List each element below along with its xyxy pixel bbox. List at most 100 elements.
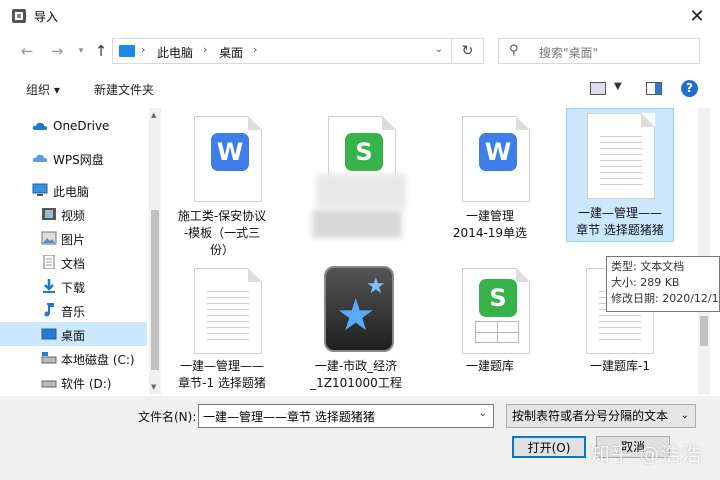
filename-label: 文件名(N): [138, 410, 197, 424]
tooltip-size: 大小: 289 KB [611, 276, 680, 289]
chevron-down-icon[interactable]: ⌄ [479, 408, 487, 419]
preview-pane-icon[interactable] [646, 82, 662, 95]
sidebar-item-pictures[interactable]: 图片 [0, 226, 147, 250]
music-icon [44, 303, 54, 317]
view-chevron-down-icon[interactable]: ▼ [614, 81, 622, 92]
file-name: 一建管理 2014-19单选 [452, 209, 528, 240]
sidebar-item-downloads[interactable]: 下载 [0, 274, 147, 298]
new-folder-button[interactable]: 新建文件夹 [94, 81, 154, 98]
blurred-region [312, 210, 402, 238]
file-item[interactable]: S [302, 110, 410, 260]
download-icon [43, 279, 55, 293]
forward-arrow-icon[interactable]: → [48, 42, 66, 60]
organize-label: 组织 [26, 83, 51, 97]
sidebar-scrollbar[interactable]: ▲ ▼ [149, 108, 161, 394]
close-icon[interactable]: ✕ [674, 0, 720, 32]
file-name: 一建—管理—— 章节 选择题猪猪 [576, 206, 664, 237]
open-button[interactable]: 打开(O) [512, 436, 586, 458]
sidebar-item-documents[interactable]: 文档 [0, 250, 147, 274]
filename-input[interactable] [199, 405, 469, 427]
back-arrow-icon[interactable]: ← [18, 42, 36, 60]
sidebar-item-desktop[interactable]: 桌面 [0, 322, 147, 346]
file-name: 一建-市政_经济 _1Z101000工程 [310, 359, 402, 390]
sidebar-item-label: WPS网盘 [53, 153, 104, 167]
file-list-scrollbar[interactable] [698, 108, 710, 394]
filename-field[interactable]: ⌄ [198, 404, 494, 428]
sidebar-item-label: OneDrive [53, 119, 110, 133]
file-name: 一建题库 [465, 359, 514, 373]
chevron-down-icon: ⌄ [680, 410, 689, 421]
sidebar-item-label: 图片 [61, 233, 86, 247]
file-item[interactable]: S 一建题库 [436, 262, 544, 394]
sidebar-item-onedrive[interactable]: OneDrive [0, 114, 147, 138]
star-app-icon: ★ ★ [324, 266, 394, 352]
sidebar-item-label: 本地磁盘 (C:) [61, 353, 135, 367]
file-type-select[interactable]: 按制表符或者分号分隔的文本 ⌄ [506, 404, 696, 428]
sidebar-item-wps-cloud[interactable]: WPS网盘 [0, 146, 147, 170]
computer-icon [32, 183, 48, 196]
tooltip-type: 类型: 文本文档 [611, 260, 685, 273]
sidebar-item-label: 视频 [61, 209, 86, 223]
file-item[interactable]: 一建—管理—— 章节-1 选择题猪 [168, 262, 276, 394]
sidebar-item-label: 桌面 [61, 329, 86, 343]
file-info-tooltip: 类型: 文本文档 大小: 289 KB 修改日期: 2020/12/1 [606, 256, 720, 312]
text-file-icon [194, 268, 262, 354]
sidebar-item-label: 下载 [61, 281, 86, 295]
sidebar-item-label: 音乐 [61, 305, 86, 319]
breadcrumb-this-pc[interactable]: 此电脑 [157, 44, 193, 61]
file-item-selected[interactable]: 一建—管理—— 章节 选择题猪猪 [566, 108, 674, 242]
organize-button[interactable]: 组织 ▾ [26, 81, 60, 98]
desktop-icon [41, 328, 57, 340]
chevron-down-icon[interactable]: ⌄ [435, 44, 443, 55]
file-name: 一建—管理—— 章节-1 选择题猪 [178, 359, 266, 390]
sidebar-item-label: 软件 (D:) [61, 377, 112, 391]
address-bar[interactable]: › 此电脑 › 桌面 › ⌄ [112, 38, 452, 64]
onedrive-icon [32, 122, 48, 130]
sidebar-item-label: 此电脑 [53, 185, 90, 199]
scrollbar-thumb[interactable] [700, 316, 708, 346]
sidebar-item-this-pc[interactable]: 此电脑 [0, 178, 147, 202]
file-name: 一建题库-1 [590, 359, 650, 373]
import-app-icon [12, 9, 26, 23]
help-icon[interactable]: ? [681, 80, 698, 97]
file-item[interactable]: W 一建管理 2014-19单选 [436, 110, 544, 260]
chevron-right-icon[interactable]: › [253, 43, 257, 56]
disk-icon [41, 352, 57, 364]
search-box[interactable]: ⚲ 搜索"桌面" [498, 38, 700, 64]
cloud-icon [32, 154, 48, 162]
file-type-value: 按制表符或者分号分隔的文本 [512, 409, 669, 423]
title-bar: 导入 ✕ [0, 0, 720, 32]
breadcrumb-desktop[interactable]: 桌面 [219, 44, 243, 61]
document-icon [43, 255, 55, 269]
window-title: 导入 [34, 10, 59, 24]
file-item[interactable]: W 施工类-保安协议 -模板（一式三 份） [168, 110, 276, 260]
refresh-icon[interactable]: ↻ [452, 38, 484, 64]
wps-word-icon: W [194, 116, 262, 202]
video-icon [42, 208, 56, 220]
view-mode-icon[interactable] [590, 82, 606, 95]
picture-icon [41, 231, 57, 245]
disk-icon [41, 380, 57, 388]
sidebar-item-music[interactable]: 音乐 [0, 298, 147, 322]
scroll-down-icon[interactable]: ▼ [151, 383, 156, 391]
scrollbar-thumb[interactable] [151, 210, 159, 370]
file-list: W 施工类-保安协议 -模板（一式三 份） S W 一建管理 2014-19单选… [162, 108, 710, 394]
wps-sheet-icon: S [462, 268, 530, 354]
file-name: 施工类-保安协议 -模板（一式三 份） [177, 209, 267, 257]
scroll-up-icon[interactable]: ▲ [151, 111, 156, 119]
sidebar-item-videos[interactable]: 视频 [0, 202, 147, 226]
search-icon: ⚲ [509, 43, 519, 58]
up-arrow-icon[interactable]: ↑ [92, 42, 110, 60]
computer-icon [119, 45, 135, 57]
chevron-right-icon[interactable]: › [141, 43, 145, 56]
search-input[interactable]: 搜索"桌面" [539, 44, 598, 61]
watermark: 知乎 @浩浩 [590, 442, 703, 466]
recent-locations-chevron-icon[interactable]: ▾ [72, 42, 90, 60]
text-file-icon [587, 113, 655, 199]
tooltip-modified: 修改日期: 2020/12/1 [611, 292, 719, 305]
sidebar-item-software-d[interactable]: 软件 (D:) [0, 370, 147, 394]
file-item[interactable]: ★ ★ 一建-市政_经济 _1Z101000工程 [302, 262, 410, 394]
chevron-right-icon[interactable]: › [203, 43, 207, 56]
sidebar-item-local-disk-c[interactable]: 本地磁盘 (C:) [0, 346, 147, 370]
command-bar: 组织 ▾ 新建文件夹 ▼ ? [0, 72, 720, 106]
